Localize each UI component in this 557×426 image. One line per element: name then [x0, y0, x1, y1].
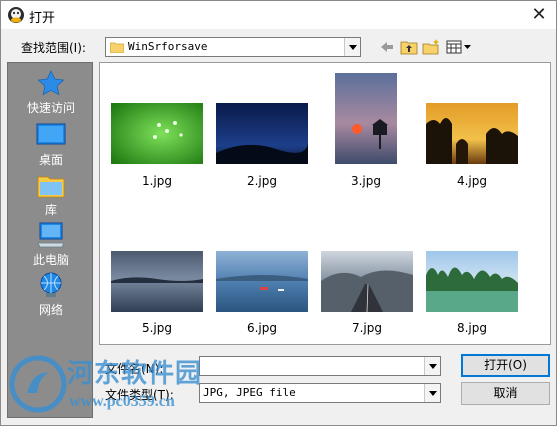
close-button[interactable]: ✕ — [528, 4, 550, 26]
place-desktop[interactable]: 桌面 — [8, 121, 94, 171]
thumbnail-image — [216, 251, 308, 312]
thumbnail-image — [111, 103, 203, 164]
cancel-button[interactable]: 取消 — [461, 382, 550, 405]
file-item-7[interactable]: 7.jpg — [321, 251, 413, 341]
file-item-5[interactable]: 5.jpg — [111, 251, 203, 341]
up-folder-icon[interactable] — [399, 38, 419, 56]
view-menu-icon[interactable] — [445, 38, 473, 56]
filetype-value: JPG, JPEG file — [203, 386, 296, 399]
back-arrow-icon[interactable] — [377, 38, 397, 56]
lookin-value: WinSrforsave — [128, 40, 208, 53]
desktop-icon — [36, 123, 66, 145]
file-name: 4.jpg — [456, 174, 488, 188]
file-item-4[interactable]: 4.jpg — [426, 103, 518, 203]
file-item-6[interactable]: 6.jpg — [216, 251, 308, 341]
place-label: 库 — [44, 203, 57, 217]
thumbnail-image — [216, 103, 308, 164]
place-quick-access[interactable]: 快速访问 — [8, 69, 94, 119]
place-network[interactable]: 网络 — [8, 271, 94, 321]
place-this-pc[interactable]: 此电脑 — [8, 221, 94, 271]
chevron-down-icon[interactable] — [424, 357, 440, 375]
place-label: 此电脑 — [32, 253, 69, 267]
place-label: 桌面 — [38, 153, 63, 167]
library-icon — [37, 176, 65, 198]
file-list-view[interactable]: 1.jpg 2.jpg 3.jpg 4.jpg 5.jpg 6.jpg 7.jp… — [99, 62, 551, 345]
file-item-3[interactable]: 3.jpg — [335, 73, 397, 203]
file-item-1[interactable]: 1.jpg — [111, 103, 203, 203]
folder-icon — [110, 42, 124, 53]
file-name: 7.jpg — [351, 321, 383, 335]
thumbnail-image — [111, 251, 203, 312]
new-folder-icon[interactable] — [421, 38, 441, 56]
filetype-dropdown[interactable]: JPG, JPEG file — [199, 383, 441, 403]
place-label: 快速访问 — [26, 101, 75, 115]
file-item-8[interactable]: 8.jpg — [426, 251, 518, 341]
filename-input[interactable] — [199, 356, 441, 376]
watermark-title: 河东软件园 — [67, 359, 203, 389]
place-library[interactable]: 库 — [8, 171, 94, 221]
window-title: 打开 — [29, 11, 56, 26]
file-name: 3.jpg — [350, 174, 382, 188]
lookin-dropdown[interactable]: WinSrforsave — [105, 37, 361, 57]
file-name: 2.jpg — [246, 174, 278, 188]
open-button[interactable]: 打开(O) — [461, 354, 550, 377]
app-icon — [8, 7, 24, 23]
place-label: 网络 — [38, 303, 63, 317]
file-name: 1.jpg — [141, 174, 173, 188]
open-file-dialog: 打开 ✕ 查找范围(I): WinSrforsave 快速访问 桌面 库 此电脑… — [0, 0, 557, 426]
thumbnail-image — [426, 251, 518, 312]
computer-icon — [37, 222, 65, 248]
lookin-label: 查找范围(I): — [21, 41, 86, 55]
star-icon — [37, 70, 65, 96]
file-name: 8.jpg — [456, 321, 488, 335]
thumbnail-image — [335, 73, 397, 164]
chevron-down-icon[interactable] — [344, 38, 360, 56]
thumbnail-image — [321, 251, 413, 312]
file-name: 6.jpg — [246, 321, 278, 335]
file-item-2[interactable]: 2.jpg — [216, 103, 308, 203]
watermark-logo — [9, 355, 67, 413]
chevron-down-icon[interactable] — [424, 384, 440, 402]
thumbnail-image — [426, 103, 518, 164]
title-bar: 打开 ✕ — [1, 1, 556, 29]
network-icon — [40, 272, 62, 297]
file-name: 5.jpg — [141, 321, 173, 335]
watermark-url: www.pc0359.cn — [69, 393, 175, 410]
